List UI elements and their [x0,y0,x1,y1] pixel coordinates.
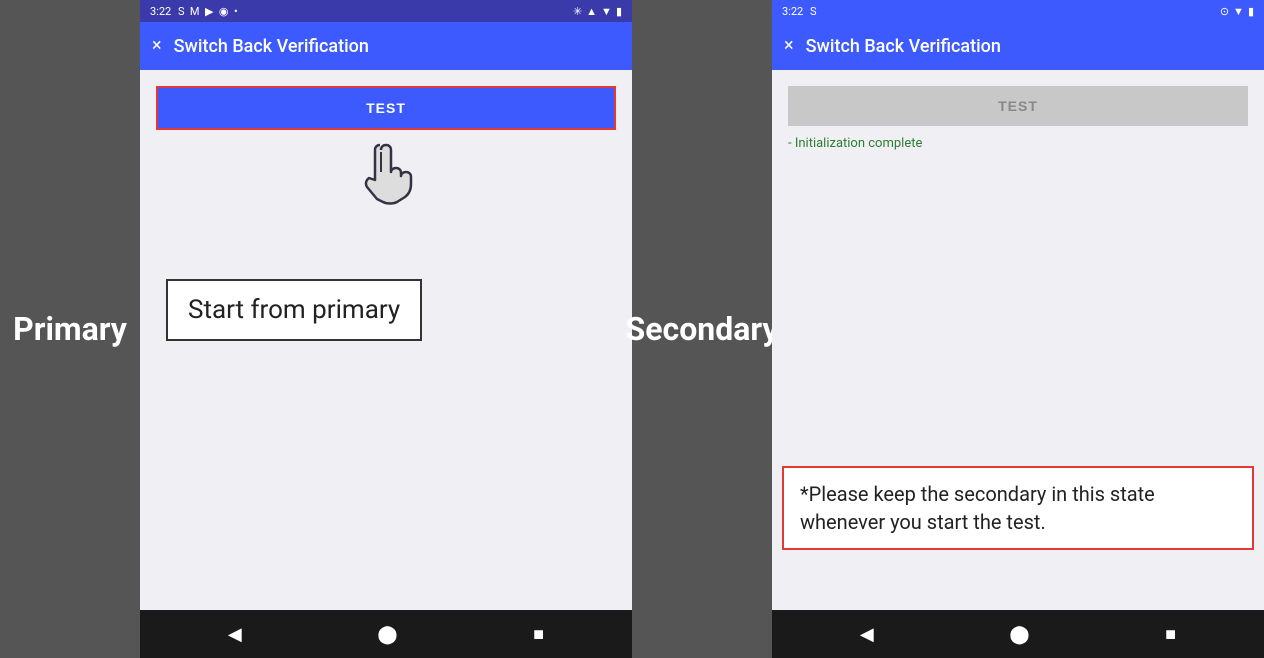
primary-app-bar: × Switch Back Verification [140,22,632,70]
secondary-status-icons: S [807,5,816,18]
primary-status-icons: S M ▶ ◉ • [175,5,237,18]
primary-label: Primary [0,0,140,658]
start-from-primary-text: Start from primary [188,295,400,325]
secondary-status-left: 3:22 S [782,5,816,18]
secondary-annotation-box: *Please keep the secondary in this state… [782,466,1254,550]
right-panel: Secondary 3:22 S ⊙ ▼ ▮ × Switch Back Ver… [632,0,1264,658]
primary-test-btn-wrapper: TEST [156,86,616,130]
secondary-content: TEST - Initialization complete *Please k… [772,70,1264,610]
primary-close-icon[interactable]: × [152,37,162,55]
secondary-nav-bar: ◀ ⬤ ■ [772,610,1264,658]
primary-battery-icon: ▮ [616,5,622,18]
primary-status-right: ✳ ▲ ▼ ▮ [573,5,622,18]
home-nav-icon[interactable]: ⬤ [377,624,397,645]
primary-status-left: 3:22 S M ▶ ◉ • [150,5,238,18]
primary-time: 3:22 [150,5,171,18]
left-panel: Primary 3:22 S M ▶ ◉ • ✳ ▲ ▼ ▮ × Switch … [0,0,632,658]
secondary-back-nav-icon[interactable]: ◀ [860,624,874,645]
secondary-home-nav-icon[interactable]: ⬤ [1009,624,1029,645]
hand-cursor-icon [156,142,616,207]
primary-wifi-icon: ▼ [601,5,612,18]
init-complete-text: - Initialization complete [788,136,1248,151]
primary-nav-bar: ◀ ⬤ ■ [140,610,632,658]
secondary-close-icon[interactable]: × [784,37,794,55]
primary-phone-frame: 3:22 S M ▶ ◉ • ✳ ▲ ▼ ▮ × Switch Back Ver… [140,0,632,658]
recents-nav-icon[interactable]: ■ [533,624,544,645]
secondary-time: 3:22 [782,5,803,18]
back-nav-icon[interactable]: ◀ [228,624,242,645]
secondary-recents-nav-icon[interactable]: ■ [1165,624,1176,645]
secondary-app-bar: × Switch Back Verification [772,22,1264,70]
primary-ble-icon: ✳ [573,5,582,18]
secondary-status-bar: 3:22 S ⊙ ▼ ▮ [772,0,1264,22]
secondary-signal-icon: ▼ [1233,5,1244,18]
secondary-status-right: ⊙ ▼ ▮ [1220,5,1254,18]
secondary-annotation-text: *Please keep the secondary in this state… [800,482,1155,534]
secondary-circle-icon: ⊙ [1220,5,1229,18]
primary-content: TEST Start from primary [140,70,632,610]
secondary-label: Secondary [632,0,772,658]
primary-signal-icon: ▲ [586,5,597,18]
primary-status-bar: 3:22 S M ▶ ◉ • ✳ ▲ ▼ ▮ [140,0,632,22]
secondary-phone-frame: 3:22 S ⊙ ▼ ▮ × Switch Back Verification … [772,0,1264,658]
primary-test-button[interactable]: TEST [158,88,614,128]
start-from-primary-box: Start from primary [166,279,422,341]
primary-app-title: Switch Back Verification [174,36,369,57]
secondary-battery-icon: ▮ [1248,5,1254,18]
secondary-test-button: TEST [788,86,1248,126]
secondary-app-title: Switch Back Verification [806,36,1001,57]
